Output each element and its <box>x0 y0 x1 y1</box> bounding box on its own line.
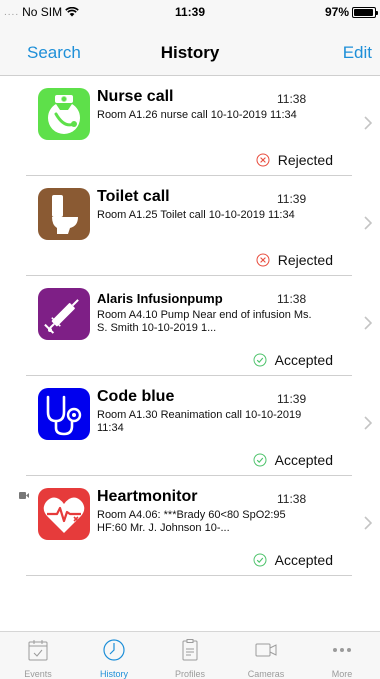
camera-indicator-icon <box>19 492 29 499</box>
toilet-icon <box>38 188 90 240</box>
status-label: Rejected <box>277 152 333 168</box>
battery-icon <box>352 6 378 18</box>
row-description: Room A1.30 Reanimation call 10-10-2019 1… <box>97 409 302 434</box>
row-time: 11:38 <box>277 292 307 306</box>
nurse-call-icon <box>38 88 90 140</box>
accepted-check-icon <box>253 453 267 467</box>
tab-bar: Events History Profiles Cameras More <box>0 631 380 679</box>
row-title: Code blue <box>97 388 175 405</box>
status-badge: Accepted <box>253 552 333 568</box>
row-time: 11:39 <box>277 392 307 406</box>
history-row-alaris-infusionpump[interactable]: Alaris Infusionpump 11:38 Room A4.10 Pum… <box>0 276 380 376</box>
battery-status: 97% <box>324 5 378 19</box>
row-title: Alaris Infusionpump <box>97 291 223 306</box>
tab-cameras[interactable]: Cameras <box>228 632 304 679</box>
row-time: 11:38 <box>277 92 307 106</box>
chevron-right-icon <box>364 116 372 130</box>
chevron-right-icon <box>364 516 372 530</box>
status-label: Accepted <box>274 352 333 368</box>
history-row-toilet-call[interactable]: Toilet call 11:39 Room A1.25 Toilet call… <box>0 176 380 276</box>
accepted-check-icon <box>253 553 267 567</box>
status-badge: Accepted <box>253 452 333 468</box>
row-description: Room A4.06: ***Brady 60<80 SpO2:95 HF:60… <box>97 509 286 534</box>
rejected-x-icon <box>256 153 270 167</box>
clock-icon <box>103 639 125 661</box>
accepted-check-icon <box>253 353 267 367</box>
status-badge: Rejected <box>256 152 333 168</box>
status-label: Accepted <box>274 552 333 568</box>
page-title: History <box>160 43 220 62</box>
tab-label: Events <box>24 669 52 679</box>
history-list: Nurse call 11:38 Room A1.26 nurse call 1… <box>0 76 380 576</box>
row-time: 11:39 <box>277 192 307 206</box>
edit-button[interactable]: Edit <box>343 43 372 63</box>
row-time: 11:38 <box>277 492 307 506</box>
row-title: Heartmonitor <box>97 488 198 505</box>
tab-label: Profiles <box>174 669 205 679</box>
tab-history[interactable]: History <box>76 632 152 679</box>
navigation-bar: Search History Edit <box>0 24 380 76</box>
heart-monitor-icon <box>38 488 90 540</box>
tab-more[interactable]: More <box>304 632 380 679</box>
stethoscope-icon <box>38 388 90 440</box>
history-row-heartmonitor[interactable]: Heartmonitor 11:38 Room A4.06: ***Brady … <box>0 476 380 576</box>
chevron-right-icon <box>364 316 372 330</box>
row-description: Room A1.25 Toilet call 10-10-2019 11:34 <box>97 209 295 221</box>
rejected-x-icon <box>256 253 270 267</box>
syringe-icon <box>38 288 90 340</box>
row-divider <box>26 575 352 576</box>
status-label: Accepted <box>274 452 333 468</box>
tab-label: Cameras <box>247 669 285 679</box>
row-description: Room A1.26 nurse call 10-10-2019 11:34 <box>97 109 297 121</box>
tab-label: More <box>331 669 353 679</box>
clipboard-icon <box>182 639 198 661</box>
history-row-code-blue[interactable]: Code blue 11:39 Room A1.30 Reanimation c… <box>0 376 380 476</box>
battery-percent: 97% <box>324 5 349 19</box>
events-icon <box>28 640 48 661</box>
tab-events[interactable]: Events <box>0 632 76 679</box>
tab-profiles[interactable]: Profiles <box>152 632 228 679</box>
row-title: Nurse call <box>97 88 174 105</box>
row-description: Room A4.10 Pump Near end of infusion Ms.… <box>97 309 312 334</box>
status-bar: .... No SIM 11:39 97% <box>0 0 380 24</box>
more-icon <box>333 648 351 652</box>
chevron-right-icon <box>364 416 372 430</box>
tab-label: History <box>99 669 128 679</box>
status-label: Rejected <box>277 252 333 268</box>
camera-icon <box>255 643 277 657</box>
status-badge: Accepted <box>253 352 333 368</box>
history-row-nurse-call[interactable]: Nurse call 11:38 Room A1.26 nurse call 1… <box>0 76 380 176</box>
status-badge: Rejected <box>256 252 333 268</box>
status-time: 11:39 <box>174 5 206 19</box>
row-title: Toilet call <box>97 188 170 205</box>
chevron-right-icon <box>364 216 372 230</box>
